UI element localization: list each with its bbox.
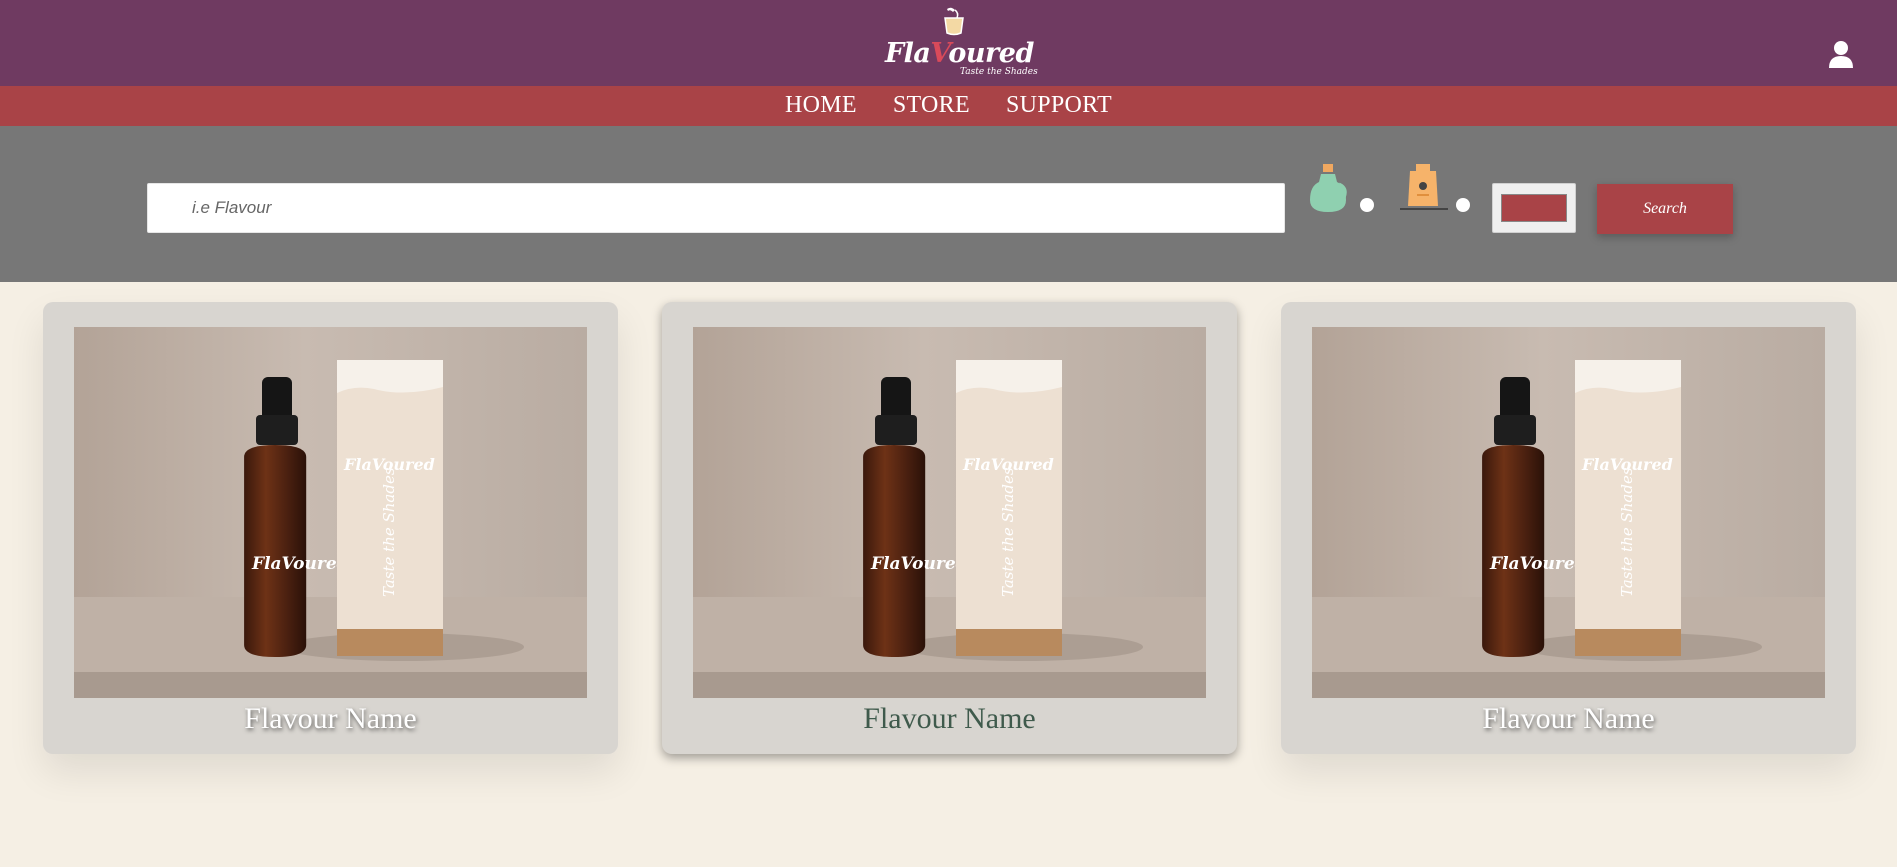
user-icon[interactable] (1828, 40, 1854, 70)
svg-text:Taste the Shades: Taste the Shades (1618, 467, 1636, 597)
product-photo-icon: FlaVoured FlaVoured Taste the Shades (693, 327, 1206, 698)
oil-bottle-icon[interactable] (1308, 162, 1348, 214)
product-card[interactable]: FlaVoured FlaVoured Taste the Shades Fla… (43, 302, 618, 754)
product-title: Flavour Name (863, 702, 1036, 735)
product-image: FlaVoured FlaVoured Taste the Shades (74, 327, 587, 698)
nav-item-store[interactable]: STORE (893, 92, 970, 119)
logo-word-end: oured (948, 38, 1034, 69)
search-input[interactable] (147, 183, 1285, 233)
nav-list: HOME STORE SUPPORT (785, 92, 1112, 119)
nav-item-support[interactable]: SUPPORT (1006, 92, 1112, 119)
logo-word-start: Fla (885, 38, 931, 69)
search-button[interactable]: Search (1597, 184, 1733, 234)
logo-word-v: V (930, 38, 949, 69)
product-photo-icon: FlaVoured FlaVoured Taste the Shades (1312, 327, 1825, 698)
box-bottle-icon[interactable] (1400, 162, 1448, 212)
svg-text:Taste the Shades: Taste the Shades (380, 467, 398, 597)
product-title: Flavour Name (1482, 702, 1655, 735)
oil-bottle-radio[interactable] (1360, 198, 1374, 212)
product-card[interactable]: FlaVoured FlaVoured Taste the Shades Fla… (662, 302, 1237, 754)
main-nav: HOME STORE SUPPORT (0, 86, 1897, 126)
pouring-cup-icon (944, 7, 964, 36)
logo-tagline: Taste the Shades (960, 67, 1038, 77)
nav-item-home[interactable]: HOME (785, 92, 857, 119)
bottle-label: FlaVoured (251, 554, 349, 574)
logo-wordmark: FlaVoured (885, 38, 1034, 69)
product-image: FlaVoured FlaVoured Taste the Shades (1312, 327, 1825, 698)
bottle-label: FlaVoured (870, 554, 968, 574)
product-title: Flavour Name (244, 702, 417, 735)
product-card[interactable]: FlaVoured FlaVoured Taste the Shades Fla… (1281, 302, 1856, 754)
product-image: FlaVoured FlaVoured Taste the Shades (693, 327, 1206, 698)
top-header: FlaVoured Taste the Shades (0, 0, 1897, 86)
search-bar-section: Search (0, 126, 1897, 282)
brand-logo[interactable]: FlaVoured Taste the Shades (885, 6, 1038, 80)
color-picker[interactable] (1492, 183, 1576, 233)
bottle-label: FlaVoured (1489, 554, 1587, 574)
product-photo-icon: FlaVoured FlaVoured Taste the Shades (74, 327, 587, 698)
box-bottle-radio[interactable] (1456, 198, 1470, 212)
svg-text:Taste the Shades: Taste the Shades (999, 467, 1017, 597)
color-swatch (1501, 194, 1567, 222)
